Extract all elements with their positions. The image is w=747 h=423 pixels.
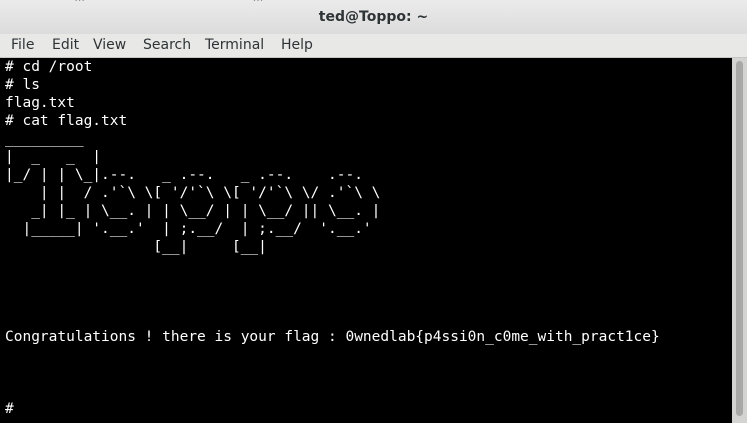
ascii-art-line: | _ _ | [5,149,102,165]
menu-terminal[interactable]: Terminal [205,37,264,53]
menu-file[interactable]: File [11,37,34,53]
terminal-line: # ls [5,77,40,93]
terminal-line: # cat flag.txt [5,113,128,129]
shell-prompt: # [5,401,14,417]
window-title: ted@Toppo: ~ [318,9,429,25]
terminal-line: flag.txt [5,95,75,111]
ascii-art-line: _________ [5,131,84,147]
terminal-window: ... ... ted@Toppo: ~ File Edit View Sear… [0,0,747,423]
menu-search[interactable]: Search [143,37,191,53]
ascii-art-line: |_____| '.__.' | ;.__/ | ;.__/ '.__.' [5,221,372,237]
menu-help[interactable]: Help [281,37,313,53]
terminal-line: # cd /root [5,59,93,75]
ascii-art-line: |_/ | | \_|.--. _ .--. _ .--. .--. [5,167,363,183]
menu-bar: File Edit View Search Terminal Help [0,34,747,58]
menu-view[interactable]: View [93,37,126,53]
terminal-output[interactable]: # cd /root # ls flag.txt # cat flag.txt … [0,58,732,423]
scrollbar-thumb[interactable] [736,61,743,416]
background-window-text: ... ... [8,0,263,4]
vertical-scrollbar[interactable] [732,58,747,423]
ascii-art-line: | | / .'`\ \[ '/'`\ \[ '/'`\ \/ .'`\ \ [5,185,381,201]
title-bar[interactable]: ... ... ted@Toppo: ~ [0,0,747,34]
menu-edit[interactable]: Edit [52,37,79,53]
ascii-art-line: [__| [__| [5,239,267,255]
flag-output-line: Congratulations ! there is your flag : 0… [5,329,660,345]
ascii-art-line: _| |_ | \__. | | \__/ | | \__/ || \__. | [5,203,381,219]
